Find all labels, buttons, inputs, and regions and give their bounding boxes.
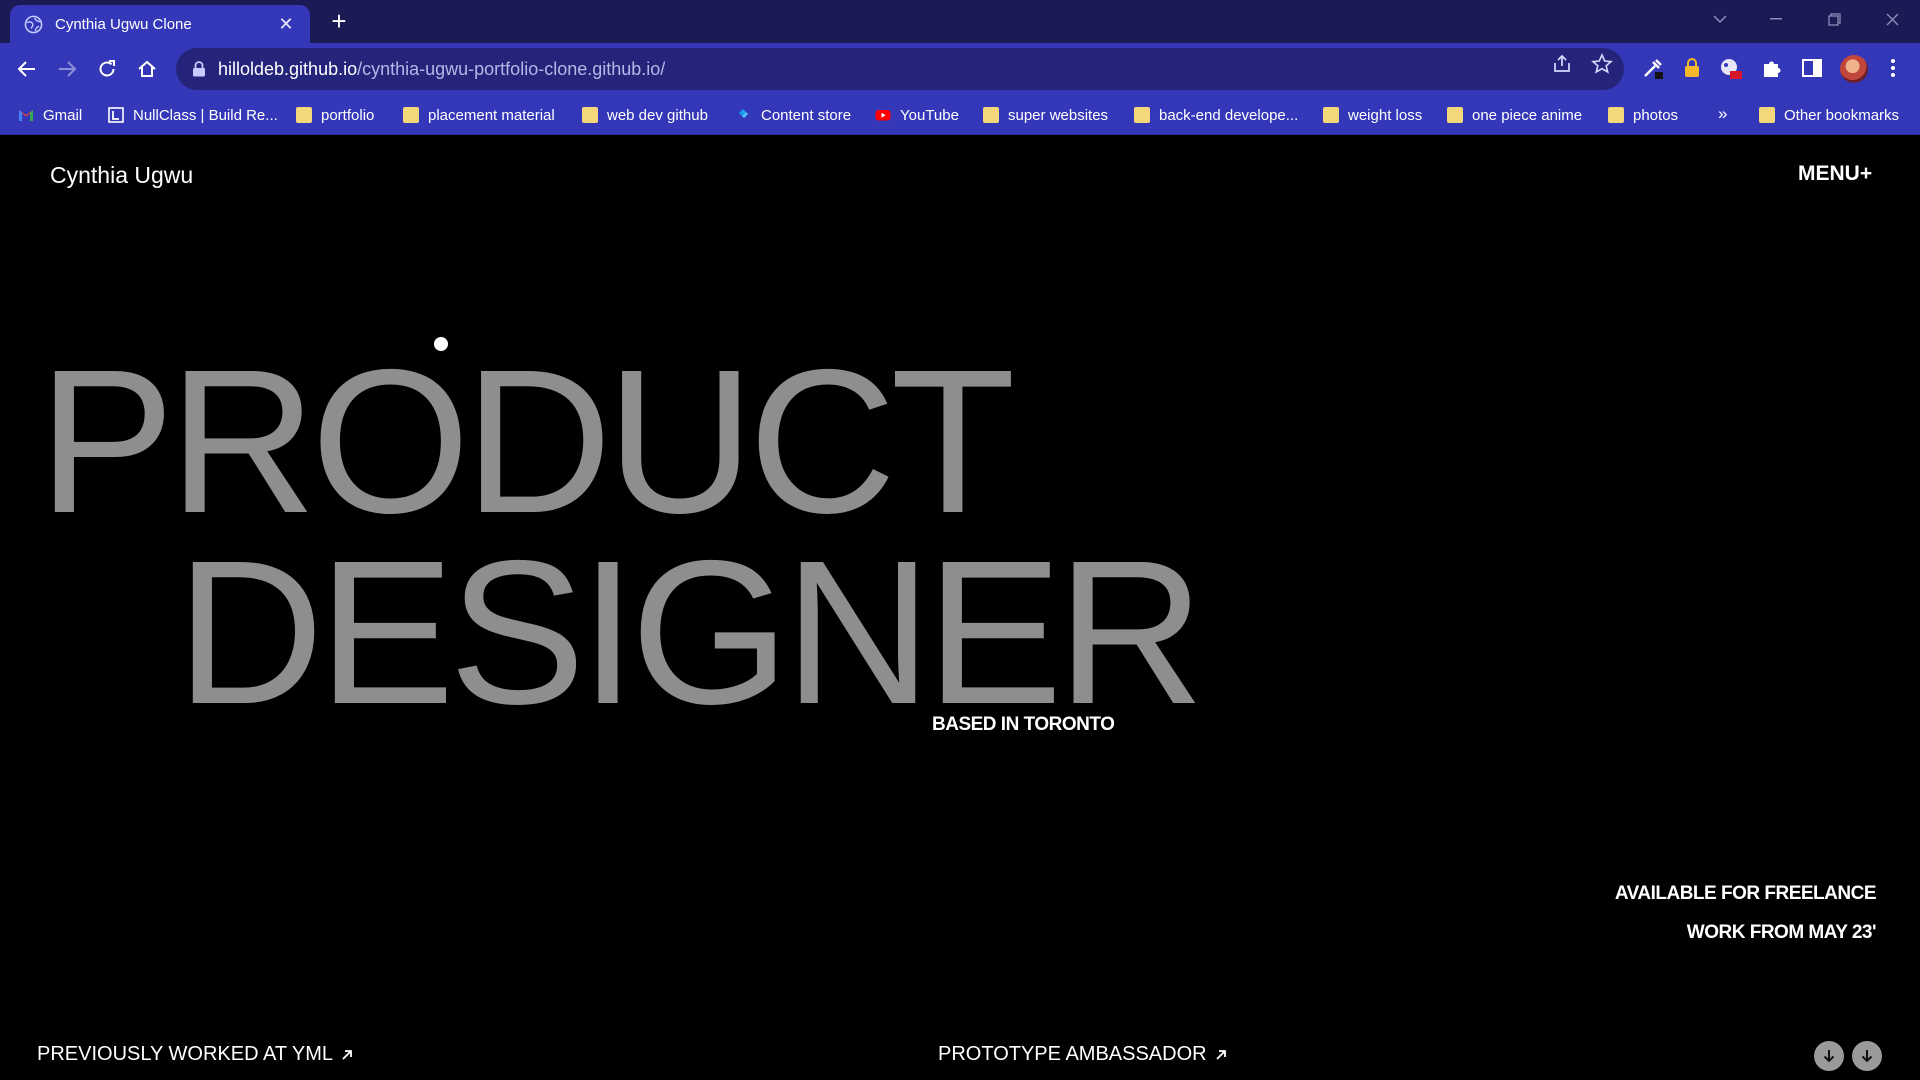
extensions-puzzle-icon[interactable] xyxy=(1759,55,1785,81)
reload-icon[interactable] xyxy=(94,56,120,82)
bookmark-label: YouTube xyxy=(900,106,959,124)
arrow-down-icon xyxy=(1861,1050,1873,1063)
hero-heading-line-1: PRODUCT xyxy=(38,327,1016,556)
previous-work-link[interactable]: PREVIOUSLY WORKED AT YML xyxy=(37,1043,353,1066)
bookmark-back-end-developer[interactable]: back-end develope... xyxy=(1134,103,1298,127)
prototype-ambassador-link[interactable]: PROTOTYPE AMBASSADOR xyxy=(938,1043,1227,1066)
folder-icon xyxy=(1134,107,1150,123)
bookmark-label: super websites xyxy=(1008,106,1109,124)
eyedropper-extension-icon[interactable] xyxy=(1640,55,1666,81)
kebab-menu-icon[interactable] xyxy=(1880,55,1906,81)
bookmark-web-dev-github[interactable]: web dev github xyxy=(582,103,708,127)
browser-tab[interactable]: Cynthia Ugwu Clone ✕ xyxy=(10,5,310,43)
bookmark-super-websites[interactable]: super websites xyxy=(983,103,1108,127)
bookmark-content-store[interactable]: Content store xyxy=(736,103,851,127)
globe-icon xyxy=(24,15,43,33)
forward-icon[interactable] xyxy=(54,56,80,82)
folder-icon xyxy=(1323,107,1339,123)
folder-icon xyxy=(1759,107,1775,123)
youtube-icon xyxy=(875,110,891,121)
minimize-button[interactable] xyxy=(1756,0,1796,38)
folder-icon xyxy=(582,107,598,123)
url-host: hilloldeb.github.io xyxy=(218,58,358,79)
custom-cursor-dot xyxy=(434,337,448,351)
share-icon[interactable] xyxy=(1551,53,1573,75)
bookmark-other-bookmarks[interactable]: Other bookmarks xyxy=(1759,103,1899,127)
bookmark-label: Gmail xyxy=(43,106,83,124)
location-text: BASED IN TORONTO xyxy=(932,714,1115,735)
profile-avatar[interactable] xyxy=(1840,55,1868,83)
arrow-up-right-icon xyxy=(342,1049,352,1060)
restore-button[interactable] xyxy=(1814,0,1854,38)
bookmark-label: photos xyxy=(1633,106,1679,124)
availability-line-1: AVAILABLE FOR FREELANCE xyxy=(1614,883,1877,904)
availability-line-2: WORK FROM MAY 23' xyxy=(1686,922,1877,943)
bookmark-label: back-end develope... xyxy=(1159,106,1299,124)
tab-close-icon[interactable]: ✕ xyxy=(276,14,296,35)
bookmark-label: Content store xyxy=(761,106,852,124)
tab-title: Cynthia Ugwu Clone xyxy=(55,15,192,33)
new-tab-button[interactable]: + xyxy=(326,8,352,34)
address-bar[interactable]: hilloldeb.github.io/cynthia-ugwu-portfol… xyxy=(176,48,1624,90)
bookmark-star-icon[interactable] xyxy=(1591,53,1613,75)
folder-icon xyxy=(403,107,419,123)
folder-icon xyxy=(1608,107,1624,123)
bookmark-label: web dev github xyxy=(607,106,708,124)
page-content: Cynthia Ugwu MENU+ PRODUCT DESIGNER BASE… xyxy=(0,136,1920,1080)
browser-toolbar: hilloldeb.github.io/cynthia-ugwu-portfol… xyxy=(0,43,1920,95)
bookmark-label: placement material xyxy=(428,106,555,124)
arrow-down-icon xyxy=(1823,1050,1835,1063)
url-path: /cynthia-ugwu-portfolio-clone.github.io/ xyxy=(357,58,666,79)
bookmark-photos[interactable]: photos xyxy=(1608,103,1678,127)
more-bookmarks-chevron-icon[interactable]: » xyxy=(1718,104,1727,124)
scroll-down-button-2[interactable] xyxy=(1852,1041,1882,1071)
folder-icon xyxy=(1447,107,1463,123)
bookmarks-bar: Gmail NullClass | Build Re... portfolio … xyxy=(0,95,1920,135)
hero-heading-line-2: DESIGNER xyxy=(176,518,1205,747)
bookmark-weight-loss[interactable]: weight loss xyxy=(1323,103,1422,127)
lock-extension-icon[interactable] xyxy=(1679,55,1705,81)
content-store-icon xyxy=(739,109,748,118)
folder-icon xyxy=(983,107,999,123)
nullclass-icon xyxy=(108,107,124,123)
bookmark-label: NullClass | Build Re... xyxy=(133,106,278,124)
lock-icon[interactable] xyxy=(192,61,206,77)
home-icon[interactable] xyxy=(134,56,160,82)
bookmark-label: one piece anime xyxy=(1472,106,1583,124)
close-window-button[interactable] xyxy=(1872,0,1912,38)
bookmark-gmail[interactable]: Gmail xyxy=(18,103,82,127)
bookmark-label: weight loss xyxy=(1348,106,1423,124)
brand-logo-text[interactable]: Cynthia Ugwu xyxy=(50,162,193,189)
folder-icon xyxy=(296,107,312,123)
back-icon[interactable] xyxy=(14,56,40,82)
gmail-icon xyxy=(19,110,33,121)
bookmark-youtube[interactable]: YouTube xyxy=(875,103,959,127)
bookmark-one-piece-anime[interactable]: one piece anime xyxy=(1447,103,1582,127)
menu-button[interactable]: MENU+ xyxy=(1798,162,1872,186)
bookmark-placement-material[interactable]: placement material xyxy=(403,103,555,127)
bookmark-portfolio[interactable]: portfolio xyxy=(296,103,374,127)
arrow-up-right-icon xyxy=(1215,1049,1226,1060)
tab-search-icon[interactable] xyxy=(1700,0,1740,38)
palette-extension-icon[interactable] xyxy=(1718,55,1744,81)
bookmark-label: portfolio xyxy=(321,106,375,124)
bookmark-nullclass[interactable]: NullClass | Build Re... xyxy=(108,103,278,127)
scroll-down-button[interactable] xyxy=(1814,1041,1844,1071)
tab-strip: Cynthia Ugwu Clone ✕ + xyxy=(0,0,1920,43)
side-panel-icon[interactable] xyxy=(1799,55,1825,81)
prototype-ambassador-label: PROTOTYPE AMBASSADOR xyxy=(938,1043,1207,1065)
bookmark-label: Other bookmarks xyxy=(1784,106,1900,124)
previous-work-label: PREVIOUSLY WORKED AT YML xyxy=(37,1043,334,1065)
